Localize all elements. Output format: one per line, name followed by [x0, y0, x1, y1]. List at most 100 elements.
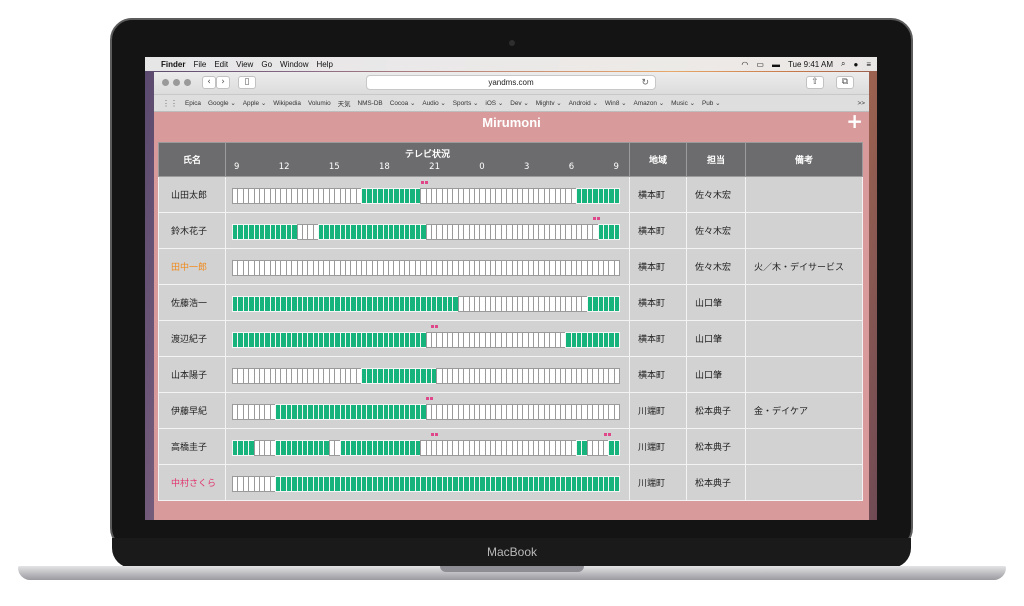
note-cell	[745, 356, 863, 393]
add-button[interactable]: +	[846, 110, 863, 132]
sidebar-icon[interactable]: ▯	[238, 76, 256, 89]
header-note: 備考	[745, 142, 863, 177]
grid-icon[interactable]: ⋮⋮	[162, 99, 178, 108]
person-name[interactable]: 伊藤早紀	[158, 392, 226, 429]
reload-icon[interactable]: ↻	[641, 76, 649, 89]
menu-go[interactable]: Go	[261, 60, 272, 69]
person-name[interactable]: 中村さくら	[158, 464, 226, 501]
siri-icon[interactable]: ●	[853, 60, 858, 69]
bookmark-item[interactable]: Epica	[185, 100, 201, 107]
area-cell: 横本町	[629, 248, 687, 285]
alert-marks	[226, 181, 629, 184]
note-cell	[745, 320, 863, 357]
wifi-icon[interactable]: ◠	[741, 60, 748, 69]
bookmark-item[interactable]: Audio ⌄	[422, 99, 445, 107]
spotlight-icon[interactable]: ⌕	[841, 59, 845, 69]
bookmark-item[interactable]: Amazon ⌄	[634, 99, 665, 107]
bookmark-item[interactable]: Dev ⌄	[510, 99, 529, 107]
menu-edit[interactable]: Edit	[214, 60, 228, 69]
person-name[interactable]: 高橋圭子	[158, 428, 226, 465]
table-row[interactable]: 中村さくら 川端町 松本典子	[158, 464, 863, 501]
bookmark-item[interactable]: Mightv ⌄	[536, 99, 562, 107]
monitor-table: 氏名 テレビ状況 9 12 15 18 21 0 3 6 9 地域 担当 備考 山田太郎 横本町佐…	[158, 142, 863, 501]
note-cell	[745, 212, 863, 249]
table-row[interactable]: 渡辺紀子 横本町 山口肇	[158, 320, 863, 357]
forward-icon[interactable]: ›	[216, 76, 230, 89]
alert-marks	[226, 289, 629, 292]
back-icon[interactable]: ‹	[202, 76, 216, 89]
tabs-icon[interactable]: ⧉	[836, 76, 854, 89]
person-name[interactable]: 渡辺紀子	[158, 320, 226, 357]
battery-icon[interactable]: ▬	[772, 60, 780, 69]
table-row[interactable]: 田中一郎 横本町 佐々木宏 火／木・デイサービス	[158, 248, 863, 285]
tv-status-cell	[225, 248, 630, 285]
bookmarks-bar: ⋮⋮ Epica Google ⌄ Apple ⌄ Wikipedia Volumio 天…	[154, 95, 869, 112]
tv-on-segment	[613, 439, 620, 456]
bookmark-item[interactable]: Apple ⌄	[243, 99, 266, 107]
person-name[interactable]: 佐藤浩一	[158, 284, 226, 321]
clock[interactable]: Tue 9:41 AM	[788, 60, 833, 69]
table-row[interactable]: 佐藤浩一 横本町 山口肇	[158, 284, 863, 321]
tv-timeline	[232, 475, 620, 492]
bookmark-item[interactable]: Sports ⌄	[453, 99, 479, 107]
bookmark-item[interactable]: Android ⌄	[569, 99, 598, 107]
header-staff: 担当	[686, 142, 746, 177]
area-cell: 川端町	[629, 464, 687, 501]
table-row[interactable]: 山田太郎 横本町 佐々木宏	[158, 176, 863, 213]
menu-finder[interactable]: Finder	[161, 60, 185, 69]
person-name[interactable]: 山本陽子	[158, 356, 226, 393]
bookmark-item[interactable]: Google ⌄	[208, 99, 236, 107]
table-row[interactable]: 高橋圭子 川端町 松本典子	[158, 428, 863, 465]
menu-window[interactable]: Window	[280, 60, 308, 69]
bookmarks-more-button[interactable]: >>	[858, 100, 865, 107]
zoom-window-icon[interactable]	[184, 79, 191, 86]
bookmark-item[interactable]: Win8 ⌄	[605, 99, 627, 107]
tv-status-cell	[225, 356, 630, 393]
hour-tick-label: 9	[234, 162, 240, 172]
bookmark-item[interactable]: NMS-DB	[357, 100, 382, 107]
tv-status-cell	[225, 284, 630, 321]
tv-on-segment	[613, 187, 620, 204]
url-text: yandms.com	[488, 78, 534, 87]
person-name[interactable]: 鈴木花子	[158, 212, 226, 249]
header-area: 地域	[629, 142, 687, 177]
airplay-icon[interactable]: ▭	[756, 60, 764, 69]
menu-view[interactable]: View	[236, 60, 253, 69]
browser-window: ‹ › ▯ yandms.com ↻ ⇧ ⧉ ⋮⋮ Epica Google ⌄ A…	[154, 72, 869, 520]
staff-cell: 山口肇	[686, 284, 746, 321]
tv-status-cell	[225, 428, 630, 465]
table-row[interactable]: 山本陽子 横本町 山口肇	[158, 356, 863, 393]
bookmark-item[interactable]: Volumio	[308, 100, 331, 107]
table-row[interactable]: 伊藤早紀 川端町 松本典子 金・デイケア	[158, 392, 863, 429]
minimize-window-icon[interactable]	[173, 79, 180, 86]
tv-off-segment	[613, 403, 620, 420]
bookmark-item[interactable]: 天気	[338, 99, 351, 108]
table-row[interactable]: 鈴木花子 横本町 佐々木宏	[158, 212, 863, 249]
bookmark-item[interactable]: Cocoa ⌄	[390, 99, 416, 107]
hour-tick-label: 18	[379, 162, 390, 172]
address-bar[interactable]: yandms.com ↻	[366, 75, 656, 90]
alert-mark	[431, 325, 440, 328]
tv-off-segment	[613, 259, 620, 276]
staff-cell: 松本典子	[686, 464, 746, 501]
header-tv: テレビ状況 9 12 15 18 21 0 3 6 9	[225, 142, 630, 177]
share-icon[interactable]: ⇧	[806, 76, 824, 89]
alert-marks	[226, 433, 629, 436]
menu-file[interactable]: File	[193, 60, 206, 69]
alert-marks	[226, 397, 629, 400]
close-window-icon[interactable]	[162, 79, 169, 86]
bookmark-item[interactable]: Music ⌄	[671, 99, 695, 107]
bookmark-item[interactable]: Wikipedia	[273, 100, 301, 107]
person-name[interactable]: 田中一郎	[158, 248, 226, 285]
staff-cell: 佐々木宏	[686, 176, 746, 213]
header-tv-label: テレビ状況	[404, 150, 450, 160]
bookmark-item[interactable]: iOS ⌄	[485, 99, 503, 107]
person-name[interactable]: 山田太郎	[158, 176, 226, 213]
menu-help[interactable]: Help	[316, 60, 332, 69]
alert-marks	[226, 361, 629, 364]
tv-status-cell	[225, 320, 630, 357]
tv-status-cell	[225, 212, 630, 249]
bookmark-item[interactable]: Pub ⌄	[702, 99, 721, 107]
list-icon[interactable]: ≡	[866, 60, 871, 69]
macbook-logo: MacBook	[486, 545, 538, 559]
